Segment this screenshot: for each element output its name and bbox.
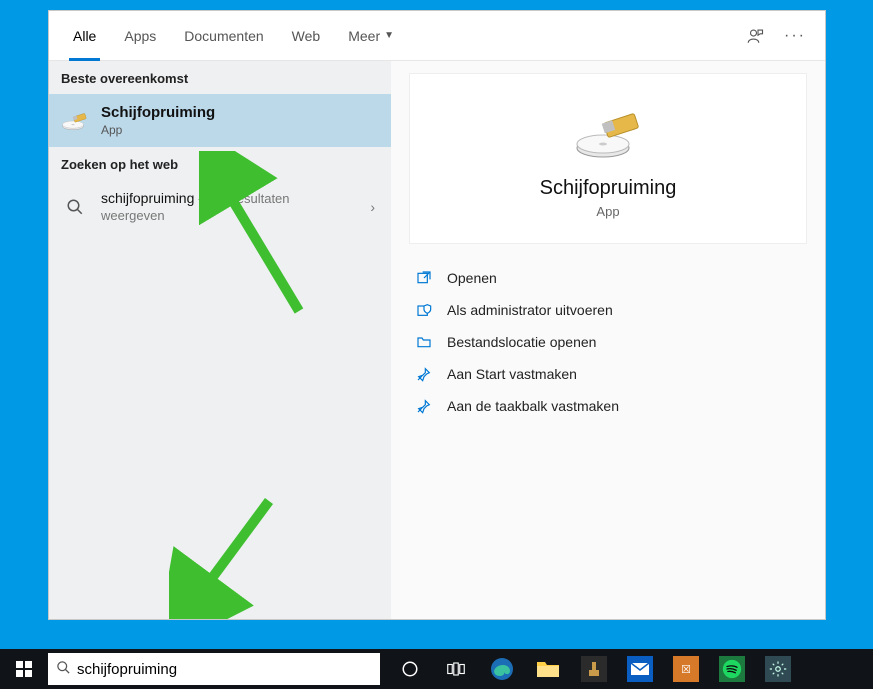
pin-icon <box>415 366 433 382</box>
action-list: Openen Als administrator uitvoeren Besta… <box>409 262 807 422</box>
app-icon <box>581 656 607 682</box>
taskbar-icons: ☒ <box>390 649 798 689</box>
detail-card: Schijfopruiming App <box>409 73 807 244</box>
best-match-header: Beste overeenkomst <box>49 61 391 94</box>
detail-title: Schijfopruiming <box>540 177 677 200</box>
taskbar-app-edge[interactable] <box>482 649 522 689</box>
mail-icon <box>627 656 653 682</box>
result-web-search[interactable]: schijfopruiming - Webresultaten weergeve… <box>49 180 391 233</box>
search-icon <box>61 193 89 221</box>
windows-icon <box>16 661 32 677</box>
action-open-location[interactable]: Bestandslocatie openen <box>409 326 807 358</box>
taskbar-search[interactable] <box>48 653 380 685</box>
tab-more-label: Meer <box>348 28 380 44</box>
web-search-header: Zoeken op het web <box>49 147 391 180</box>
ellipsis-icon: ··· <box>784 27 806 45</box>
chevron-down-icon: ▼ <box>384 30 394 41</box>
result-app-schijfopruiming[interactable]: Schijfopruiming App <box>49 94 391 147</box>
action-pin-start-label: Aan Start vastmaken <box>447 366 577 382</box>
tab-more[interactable]: Meer ▼ <box>334 11 408 61</box>
result-title: Schijfopruiming <box>101 104 379 121</box>
action-run-admin[interactable]: Als administrator uitvoeren <box>409 294 807 326</box>
tab-apps[interactable]: Apps <box>110 11 170 61</box>
tab-all[interactable]: Alle <box>59 11 110 61</box>
action-open[interactable]: Openen <box>409 262 807 294</box>
open-icon <box>415 270 433 286</box>
taskbar-app-1[interactable] <box>574 649 614 689</box>
tab-web[interactable]: Web <box>278 11 335 61</box>
action-pin-taskbar[interactable]: Aan de taakbalk vastmaken <box>409 390 807 422</box>
annotation-arrow-bottom <box>169 491 299 619</box>
result-text: Schijfopruiming App <box>101 104 379 137</box>
result-subtitle: App <box>101 123 379 137</box>
circle-icon <box>401 660 419 678</box>
feedback-button[interactable] <box>735 11 775 61</box>
disk-cleanup-icon <box>61 107 89 135</box>
search-tabs: Alle Apps Documenten Web Meer ▼ ··· <box>49 11 825 61</box>
taskbar: ☒ <box>0 649 873 689</box>
action-pin-taskbar-label: Aan de taakbalk vastmaken <box>447 398 619 414</box>
search-panel: Alle Apps Documenten Web Meer ▼ ··· Beste… <box>48 10 826 620</box>
action-open-label: Openen <box>447 270 497 286</box>
detail-subtitle: App <box>596 204 619 219</box>
web-desc-1: - Webresultaten <box>194 191 289 206</box>
chevron-right-icon: › <box>366 199 379 215</box>
more-options-button[interactable]: ··· <box>775 11 815 61</box>
web-desc-2: weergeven <box>101 208 354 223</box>
pin-icon <box>415 398 433 414</box>
search-input[interactable] <box>77 661 372 678</box>
taskbar-app-settings[interactable] <box>758 649 798 689</box>
task-view-icon <box>447 662 465 676</box>
search-body: Beste overeenkomst Schijfopruiming App <box>49 61 825 619</box>
cortana-button[interactable] <box>390 649 430 689</box>
taskbar-app-2[interactable]: ☒ <box>666 649 706 689</box>
tab-web-label: Web <box>292 28 321 44</box>
start-button[interactable] <box>0 649 48 689</box>
taskbar-app-spotify[interactable] <box>712 649 752 689</box>
result-web-text: schijfopruiming - Webresultaten weergeve… <box>101 190 354 223</box>
results-column: Beste overeenkomst Schijfopruiming App <box>49 61 391 619</box>
action-admin-label: Als administrator uitvoeren <box>447 302 613 318</box>
edge-icon <box>489 656 515 682</box>
taskbar-app-explorer[interactable] <box>528 649 568 689</box>
search-icon <box>56 660 71 679</box>
tab-documents-label: Documenten <box>184 28 263 44</box>
tab-documents[interactable]: Documenten <box>170 11 277 61</box>
tab-apps-label: Apps <box>124 28 156 44</box>
shield-icon <box>415 302 433 318</box>
task-view-button[interactable] <box>436 649 476 689</box>
spotify-icon <box>719 656 745 682</box>
folder-icon <box>415 334 433 350</box>
web-query: schijfopruiming <box>101 190 194 206</box>
app-icon: ☒ <box>673 656 699 682</box>
person-feedback-icon <box>746 27 764 45</box>
disk-cleanup-icon-large <box>573 110 643 165</box>
action-location-label: Bestandslocatie openen <box>447 334 596 350</box>
tab-all-label: Alle <box>73 28 96 44</box>
gear-icon <box>765 656 791 682</box>
detail-column: Schijfopruiming App Openen Als administr… <box>391 61 825 619</box>
taskbar-app-mail[interactable] <box>620 649 660 689</box>
folder-icon <box>535 656 561 682</box>
action-pin-start[interactable]: Aan Start vastmaken <box>409 358 807 390</box>
